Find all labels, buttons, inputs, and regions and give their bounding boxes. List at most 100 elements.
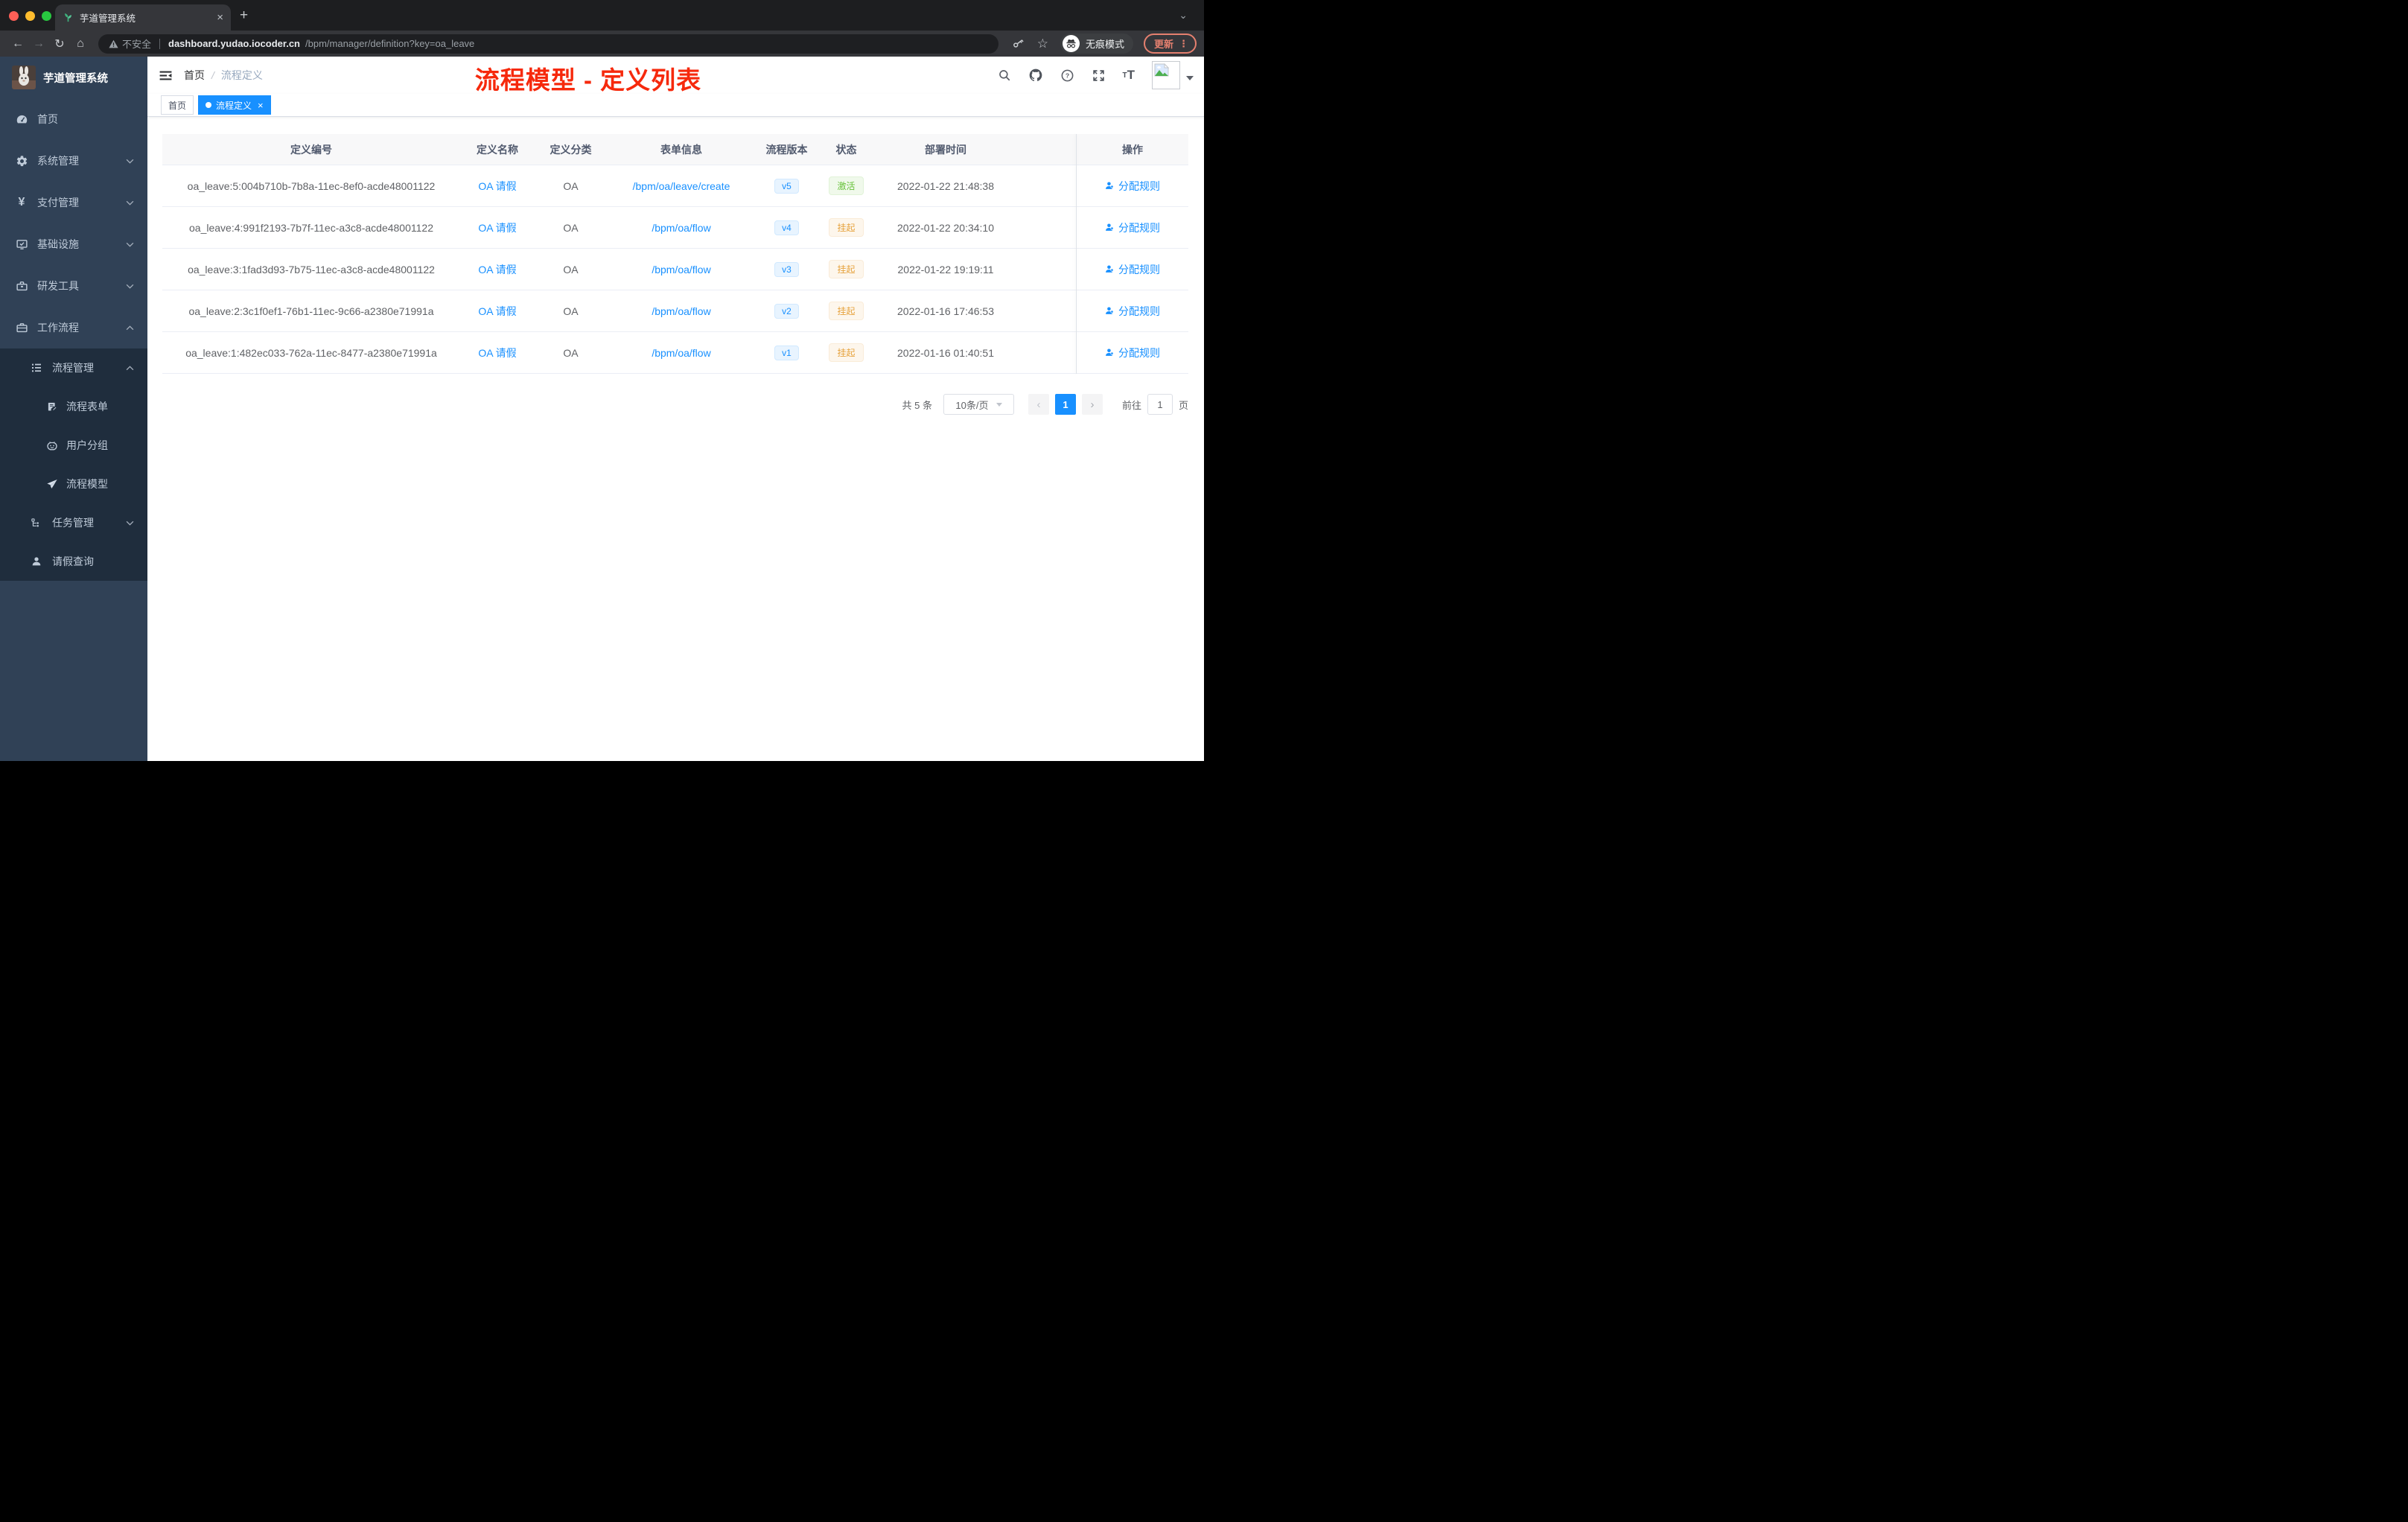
definition-name-link[interactable]: OA 请假: [478, 180, 516, 192]
form-link[interactable]: /bpm/oa/flow: [652, 305, 710, 317]
sidebar-item-label: 支付管理: [37, 197, 79, 208]
favicon-sprout-icon: [63, 12, 74, 23]
url-path: /bpm/manager/definition?key=oa_leave: [305, 38, 475, 49]
page-number-1[interactable]: 1: [1054, 394, 1076, 415]
form-link[interactable]: /bpm/oa/flow: [652, 222, 710, 234]
new-tab-button[interactable]: +: [240, 7, 248, 24]
tab-close-icon[interactable]: ×: [217, 11, 223, 24]
breadcrumb-current: 流程定义: [220, 69, 263, 81]
assign-rule-button[interactable]: 分配规则: [1105, 220, 1160, 235]
status-badge: 激活: [829, 176, 864, 195]
cell-deploy-time: 2022-01-16 17:46:53: [897, 305, 994, 317]
document-edit-icon: [46, 401, 58, 413]
chevron-up-icon: [126, 325, 134, 331]
form-link[interactable]: /bpm/oa/flow: [652, 347, 710, 359]
cell-deploy-time: 2022-01-22 21:48:38: [897, 179, 994, 192]
security-warning-label: 不安全: [122, 39, 152, 50]
next-page-button[interactable]: ›: [1081, 394, 1103, 415]
definition-table: 定义编号 定义名称 定义分类 表单信息 流程版本 状态 部署时间 操作 oa_l…: [162, 134, 1188, 374]
definition-name-link[interactable]: OA 请假: [478, 347, 516, 359]
tab-title: 芋道管理系统: [80, 13, 136, 24]
version-badge: v5: [774, 178, 799, 194]
address-bar[interactable]: 不安全 dashboard.yudao.iocoder.cn/bpm/manag…: [98, 34, 998, 54]
yen-icon: ¥: [18, 196, 25, 208]
font-size-icon[interactable]: TT: [1123, 68, 1135, 83]
tag-close-icon[interactable]: ×: [258, 100, 264, 111]
table-row: oa_leave:2:3c1f0ef1-76b1-11ec-9c66-a2380…: [162, 290, 1188, 332]
fullscreen-icon[interactable]: [1092, 69, 1106, 83]
close-window-button[interactable]: [9, 11, 19, 21]
home-button[interactable]: ⌂: [70, 37, 91, 51]
table-row: oa_leave:1:482ec033-762a-11ec-8477-a2380…: [162, 332, 1188, 374]
avatar-caret-icon[interactable]: [1186, 76, 1194, 80]
tag-home-label: 首页: [168, 100, 187, 111]
minimize-window-button[interactable]: [25, 11, 35, 21]
goto-suffix: 页: [1178, 399, 1188, 411]
definition-name-link[interactable]: OA 请假: [478, 305, 516, 317]
tag-home[interactable]: 首页: [161, 95, 194, 115]
logo-image: [12, 66, 36, 89]
app-title: 芋道管理系统: [43, 72, 108, 85]
password-key-icon[interactable]: [1012, 37, 1025, 51]
person-icon: [1106, 348, 1114, 356]
dashboard-icon: [15, 113, 28, 126]
reload-button[interactable]: ↻: [49, 36, 70, 51]
sidebar-item-label: 工作流程: [37, 322, 79, 334]
sidebar-item-infrastructure[interactable]: 基础设施: [0, 223, 147, 265]
form-link[interactable]: /bpm/oa/leave/create: [633, 180, 730, 192]
gear-icon: [15, 155, 28, 168]
sidebar-item-label: 流程管理: [52, 362, 94, 374]
sidebar-fold-icon[interactable]: [147, 57, 184, 94]
github-icon[interactable]: [1028, 68, 1043, 83]
sidebar-item-task-management[interactable]: 任务管理: [0, 503, 147, 542]
sidebar-item-process-form[interactable]: 流程表单: [0, 387, 147, 426]
prev-page-button[interactable]: ‹: [1028, 394, 1049, 415]
tag-process-definition[interactable]: 流程定义 ×: [198, 95, 271, 115]
url-host: dashboard.yudao.iocoder.cn: [168, 38, 300, 49]
page-size-select[interactable]: 10条/页: [943, 394, 1014, 415]
goto-page-input[interactable]: [1147, 394, 1173, 415]
sidebar-item-dev-tools[interactable]: 研发工具: [0, 265, 147, 307]
user-avatar[interactable]: [1152, 61, 1194, 89]
sidebar-item-leave-query[interactable]: 请假查询: [0, 542, 147, 581]
security-warning[interactable]: 不安全: [109, 36, 151, 51]
forward-button[interactable]: →: [28, 37, 49, 51]
form-link[interactable]: /bpm/oa/flow: [652, 264, 710, 276]
url-divider: [159, 38, 161, 49]
tab-search-chevron-icon[interactable]: ⌄: [1179, 9, 1188, 22]
person-icon: [1106, 307, 1114, 314]
chevron-down-icon: [126, 159, 134, 164]
robot-face-icon: [46, 440, 58, 451]
chrome-update-button[interactable]: 更新 ⋮: [1143, 34, 1197, 54]
definition-name-link[interactable]: OA 请假: [478, 264, 516, 276]
bookmark-star-icon[interactable]: ☆: [1037, 36, 1048, 51]
assign-rule-button[interactable]: 分配规则: [1105, 346, 1160, 360]
browser-tab[interactable]: 芋道管理系统 ×: [55, 4, 231, 31]
sidebar-item-label: 流程表单: [66, 401, 108, 413]
sidebar-item-home[interactable]: 首页: [0, 98, 147, 140]
search-icon[interactable]: [998, 69, 1011, 82]
sidebar-item-payment[interactable]: ¥ 支付管理: [0, 182, 147, 223]
zoom-window-button[interactable]: [42, 11, 51, 21]
monitor-icon: [15, 238, 28, 251]
assign-rule-button[interactable]: 分配规则: [1105, 304, 1160, 319]
help-question-icon[interactable]: ?: [1060, 69, 1074, 83]
assign-rule-button[interactable]: 分配规则: [1105, 179, 1160, 194]
sidebar-logo[interactable]: 芋道管理系统: [0, 57, 147, 98]
definition-name-link[interactable]: OA 请假: [478, 222, 516, 234]
sidebar-item-workflow[interactable]: 工作流程: [0, 307, 147, 348]
sidebar-item-system[interactable]: 系统管理: [0, 140, 147, 182]
tags-view-bar: 首页 流程定义 ×: [147, 94, 1204, 117]
sidebar-item-process-management[interactable]: 流程管理: [0, 348, 147, 387]
breadcrumb-home[interactable]: 首页: [184, 68, 205, 83]
browser-menu-dots-icon[interactable]: ⋮: [1179, 38, 1188, 50]
assign-rule-button[interactable]: 分配规则: [1105, 262, 1160, 277]
back-button[interactable]: ←: [7, 37, 28, 51]
warning-triangle-icon: [109, 39, 118, 48]
col-header-actions: 操作: [1122, 143, 1143, 156]
col-header-id: 定义编号: [290, 143, 332, 156]
main-area: 首页 / 流程定义 流程模型 - 定义列表 ? T T 首页 流程定义 × 定义…: [147, 57, 1204, 761]
cell-definition-id: oa_leave:3:1fad3d93-7b75-11ec-a3c8-acde4…: [188, 263, 435, 276]
sidebar-item-process-model[interactable]: 流程模型: [0, 465, 147, 503]
sidebar-item-user-group[interactable]: 用户分组: [0, 426, 147, 465]
